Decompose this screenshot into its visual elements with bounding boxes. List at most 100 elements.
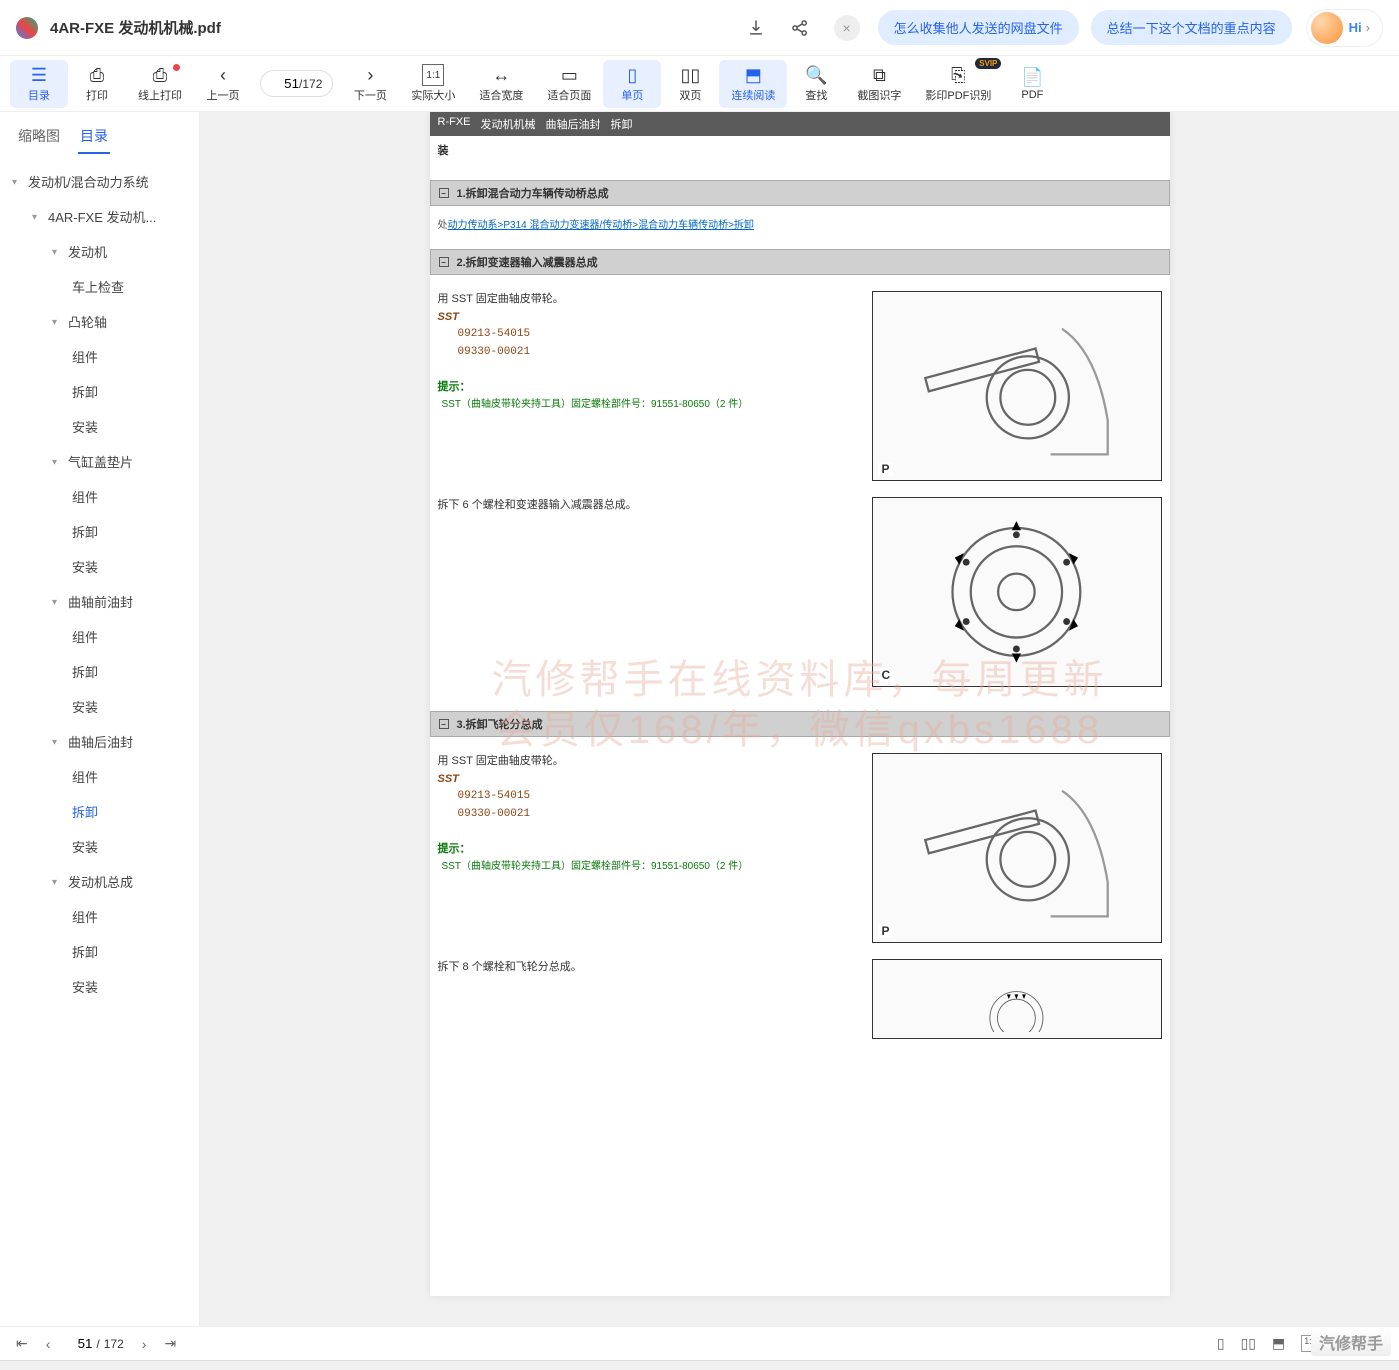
toc-item[interactable]: 安装	[0, 549, 199, 584]
figure-p1: P	[872, 291, 1162, 481]
section-3a: 用 SST 固定曲轴皮带轮。 SST 09213-54015 09330-000…	[430, 745, 1170, 951]
toc-item-label: 组件	[72, 907, 98, 926]
toc-item[interactable]: ▾4AR-FXE 发动机...	[0, 199, 199, 234]
close-suggestions-button[interactable]: ×	[834, 15, 860, 41]
prev-page-footer-button[interactable]: ‹	[46, 1336, 51, 1352]
step-2-bar: −2.拆卸变速器输入减震器总成	[430, 249, 1170, 275]
filename: 4AR-FXE 发动机机械.pdf	[50, 17, 221, 38]
toc-item[interactable]: 组件	[0, 479, 199, 514]
main: 缩略图 目录 ▾发动机/混合动力系统▾4AR-FXE 发动机...▾发动机车上检…	[0, 112, 1399, 1326]
toc-item-label: 组件	[72, 487, 98, 506]
single-page-icon: ▯	[627, 64, 637, 86]
toc-icon: ☰	[31, 64, 47, 86]
fit-page-button[interactable]: ▭适合页面	[535, 60, 603, 108]
app-logo-icon	[16, 17, 38, 39]
assistant-button[interactable]: Hi ›	[1306, 9, 1383, 47]
toc-item[interactable]: ▾发动机	[0, 234, 199, 269]
toc-item[interactable]: ▾凸轮轴	[0, 304, 199, 339]
toc-item[interactable]: ▾发动机/混合动力系统	[0, 164, 199, 199]
toc-item[interactable]: 安装	[0, 689, 199, 724]
toc-item-label: 组件	[72, 767, 98, 786]
toc-item-label: 拆卸	[72, 802, 98, 821]
toc-item[interactable]: 拆卸	[0, 794, 199, 829]
single-page-button[interactable]: ▯单页	[603, 60, 661, 108]
fit-width-button[interactable]: ↔适合宽度	[467, 60, 535, 108]
caret-down-icon: ▾	[52, 597, 62, 607]
download-button[interactable]	[738, 10, 774, 46]
toc-item-label: 发动机总成	[68, 872, 133, 891]
toc-item-label: 安装	[72, 837, 98, 856]
download-icon	[746, 18, 766, 38]
ocr-button[interactable]: ⧉截图识字	[845, 60, 913, 108]
collapse-icon: −	[439, 719, 449, 729]
figure-c: C	[872, 497, 1162, 687]
print-button[interactable]: ⎙打印	[68, 60, 126, 108]
breadcrumb: 处动力传动系>P314 混合动力变速器/传动桥>混合动力车辆传动桥>拆卸	[430, 214, 1170, 233]
view-continuous-icon[interactable]: ⬒	[1272, 1335, 1285, 1352]
pdf-ocr-button[interactable]: SVIP⎘影印PDF识别	[913, 60, 1003, 108]
tab-thumbnails[interactable]: 缩略图	[16, 120, 62, 154]
toolbar: ☰目录 ⎙打印 ⎙线上打印 ‹上一页 / 172 ›下一页 1:1实际大小 ↔适…	[0, 56, 1399, 112]
toc-item[interactable]: 安装	[0, 969, 199, 1004]
continuous-icon: ⬒	[745, 64, 762, 86]
next-page-footer-button[interactable]: ›	[142, 1336, 147, 1352]
view-single-icon[interactable]: ▯	[1217, 1335, 1225, 1352]
page-input[interactable]	[271, 76, 299, 91]
toc-item[interactable]: 拆卸	[0, 514, 199, 549]
continuous-button[interactable]: ⬒连续阅读	[719, 60, 787, 108]
actual-size-icon: 1:1	[422, 64, 444, 86]
toc-item[interactable]: 组件	[0, 759, 199, 794]
toc-item[interactable]: 拆卸	[0, 654, 199, 689]
toc-item-label: 曲轴前油封	[68, 592, 133, 611]
view-double-icon[interactable]: ▯▯	[1241, 1335, 1256, 1352]
toc-item[interactable]: 车上检查	[0, 269, 199, 304]
toc-item[interactable]: ▾曲轴后油封	[0, 724, 199, 759]
tab-toc[interactable]: 目录	[78, 120, 110, 154]
collapse-icon: −	[439, 257, 449, 267]
mechanical-diagram-icon	[894, 512, 1139, 672]
pdf-edge-button[interactable]: 📄PDF	[1003, 60, 1061, 108]
search-icon: 🔍	[805, 64, 827, 86]
figure-p2: P	[872, 753, 1162, 943]
footer-page-field[interactable]	[68, 1336, 92, 1351]
net-print-icon: ⎙	[153, 64, 167, 86]
horizontal-scrollbar[interactable]	[0, 1360, 1399, 1370]
share-button[interactable]	[782, 10, 818, 46]
hi-label: Hi	[1349, 20, 1362, 35]
toc-tree[interactable]: ▾发动机/混合动力系统▾4AR-FXE 发动机...▾发动机车上检查▾凸轮轴组件…	[0, 154, 199, 1326]
find-button[interactable]: 🔍查找	[787, 60, 845, 108]
next-page-button[interactable]: ›下一页	[341, 60, 399, 108]
actual-size-button[interactable]: 1:1实际大小	[399, 60, 467, 108]
last-page-button[interactable]: ⇥	[164, 1335, 176, 1352]
toc-item-label: 拆卸	[72, 382, 98, 401]
caret-down-icon: ▾	[52, 247, 62, 257]
net-print-button[interactable]: ⎙线上打印	[126, 60, 194, 108]
double-page-button[interactable]: ▯▯双页	[661, 60, 719, 108]
prev-page-button[interactable]: ‹上一页	[194, 60, 252, 108]
toc-item[interactable]: 组件	[0, 899, 199, 934]
chevron-right-icon: ›	[1366, 20, 1370, 35]
toc-button[interactable]: ☰目录	[10, 60, 68, 108]
toc-item-label: 4AR-FXE 发动机...	[48, 207, 156, 226]
toc-item[interactable]: 安装	[0, 409, 199, 444]
first-page-button[interactable]: ⇤	[16, 1335, 28, 1352]
toc-item-label: 安装	[72, 697, 98, 716]
toc-item[interactable]: 拆卸	[0, 934, 199, 969]
suggestion-pill-1[interactable]: 怎么收集他人发送的网盘文件	[878, 10, 1079, 45]
toc-item-label: 组件	[72, 347, 98, 366]
toc-item[interactable]: ▾发动机总成	[0, 864, 199, 899]
page-input-box[interactable]: / 172	[260, 70, 333, 97]
footer-page-input[interactable]: / 172	[68, 1336, 123, 1351]
toc-item[interactable]: 拆卸	[0, 374, 199, 409]
toc-item[interactable]: 安装	[0, 829, 199, 864]
toc-item[interactable]: 组件	[0, 619, 199, 654]
page-total: 172	[302, 77, 322, 91]
breadcrumb-link[interactable]: 动力传动系>P314 混合动力变速器/传动桥>混合动力车辆传动桥>拆卸	[448, 220, 754, 231]
footer-bar: ⇤ ‹ / 172 › ⇥ ▯ ▯▯ ⬒ 1:1 ↔ ▭ 汽修帮手	[0, 1326, 1399, 1360]
content-area[interactable]: R-FXE 发动机机械 曲轴后油封 拆卸 装 −1.拆卸混合动力车辆传动桥总成 …	[200, 112, 1399, 1326]
suggestion-pill-2[interactable]: 总结一下这个文档的重点内容	[1091, 10, 1292, 45]
toc-item[interactable]: ▾气缸盖垫片	[0, 444, 199, 479]
app-header: 4AR-FXE 发动机机械.pdf × 怎么收集他人发送的网盘文件 总结一下这个…	[0, 0, 1399, 56]
toc-item[interactable]: ▾ 曲轴前油封	[0, 584, 199, 619]
toc-item[interactable]: 组件	[0, 339, 199, 374]
